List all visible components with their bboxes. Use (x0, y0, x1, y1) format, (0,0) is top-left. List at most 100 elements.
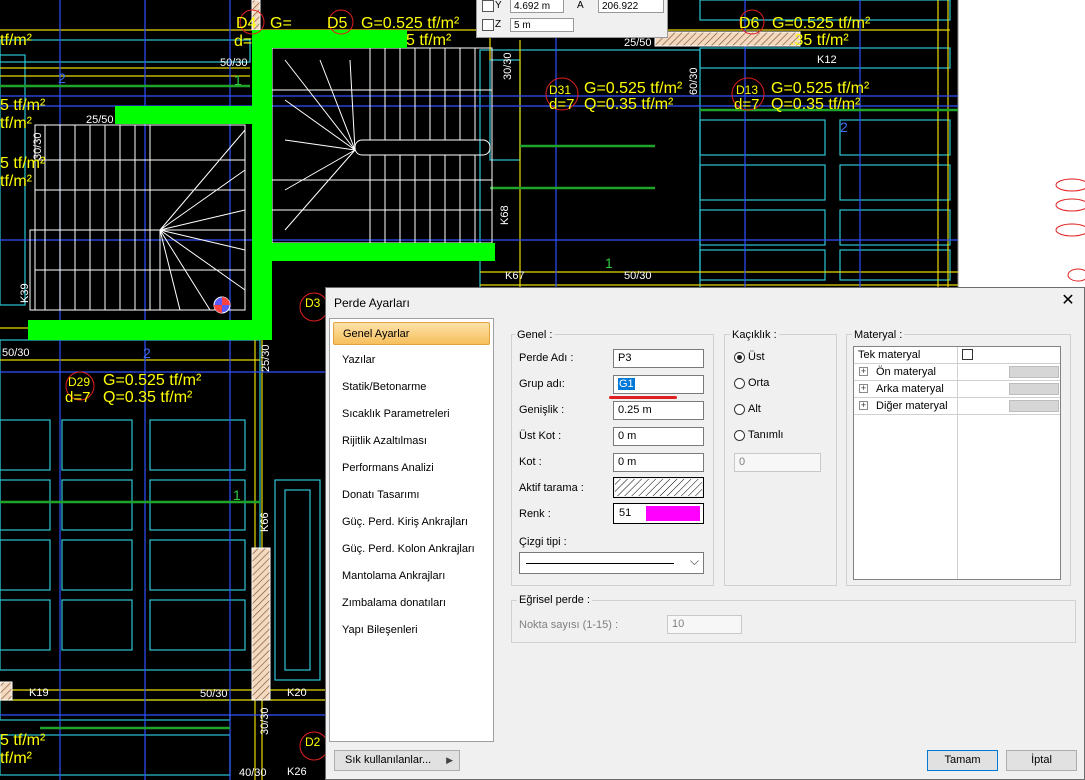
cad-label: tf/m² (0, 115, 33, 132)
cad-label: 50/30 (220, 57, 248, 69)
cad-label: 25/30 (260, 344, 272, 372)
radio-orta[interactable] (734, 378, 745, 389)
cad-label: 1 (605, 255, 613, 271)
tamam-button[interactable]: Tamam (927, 750, 998, 771)
perde-adi-input[interactable]: P3 (613, 349, 704, 368)
egrisel-group-title: Eğrisel perde : (517, 594, 592, 606)
perde-ayarlari-dialog: Perde Ayarları ✕ Genel Ayarlar Yazılar S… (325, 287, 1085, 780)
cad-label: 50/30 (200, 688, 228, 700)
y-value-field[interactable]: 4.692 m (510, 0, 564, 13)
arka-materyal-value[interactable] (1009, 383, 1059, 395)
renk-picker[interactable]: 51 (613, 503, 704, 524)
cad-label: G=0.525 tf/m² (103, 372, 202, 389)
cad-label: K20 (287, 687, 307, 699)
cad-label: D4 (236, 15, 257, 32)
radio-orta-label: Orta (748, 377, 770, 389)
materyal-table: Tek materyal + Ön materyal + Arka matery… (853, 346, 1061, 580)
cizgi-tipi-label: Çizgi tipi : (519, 536, 567, 548)
z-label: Z (495, 19, 502, 30)
kacik-value-input[interactable]: 0 (734, 453, 821, 472)
nav-item-donati[interactable]: Donatı Tasarımı (333, 484, 490, 507)
radio-ust[interactable] (734, 352, 745, 363)
cad-label: 40/30 (239, 767, 267, 779)
materyal-row-diger[interactable]: + Diğer materyal (854, 398, 1060, 415)
cad-label: 25/50 (86, 114, 114, 126)
cad-label: 1 (234, 72, 242, 88)
cad-label: K12 (817, 54, 837, 66)
cad-label: K66 (259, 512, 271, 532)
nav-item-performans[interactable]: Performans Analizi (333, 457, 490, 480)
spellcheck-underline (609, 396, 677, 399)
cad-label: G=0.525 tf/m² (584, 80, 683, 97)
nav-item-mantolama[interactable]: Mantolama Ankrajları (333, 565, 490, 588)
radio-ust-label: Üst (748, 351, 765, 363)
tek-materyal-label: Tek materyal (858, 349, 921, 361)
cad-label: G=0.525 tf/m² (772, 15, 871, 32)
genislik-input[interactable]: 0.25 m (613, 401, 704, 420)
radio-alt[interactable] (734, 404, 745, 415)
cad-label: d= (234, 33, 252, 50)
nokta-sayisi-input[interactable]: 10 (667, 615, 742, 634)
cad-label: 2 (143, 345, 151, 361)
genel-group-title: Genel : (515, 329, 555, 341)
aktif-tarama-label: Aktif tarama : (519, 482, 584, 494)
z-value-field[interactable]: 5 m (510, 18, 574, 32)
dialog-title: Perde Ayarları (334, 296, 410, 310)
cad-label: D29 (68, 375, 90, 389)
aktif-tarama-swatch[interactable] (613, 477, 704, 498)
cad-label: Q=0.35 tf/m² (103, 389, 193, 406)
materyal-row-arka[interactable]: + Arka materyal (854, 381, 1060, 398)
tek-materyal-checkbox[interactable] (962, 349, 973, 360)
nav-item-genel-ayarlar[interactable]: Genel Ayarlar (333, 322, 490, 345)
play-arrow-icon: ▶ (446, 755, 453, 765)
cad-label: tf/m² (0, 32, 33, 49)
perde-adi-label: Perde Adı : (519, 352, 574, 364)
angle-label: A (577, 0, 584, 11)
cad-label: 30/30 (32, 132, 44, 160)
materyal-group-title: Materyal : (852, 329, 905, 341)
radio-tanimli[interactable] (734, 430, 745, 441)
cad-label: D13 (736, 83, 758, 97)
expand-plus-icon[interactable]: + (859, 401, 868, 410)
grup-adi-input[interactable]: G1 (613, 375, 704, 394)
nav-item-yapi-bilesenleri[interactable]: Yapı Bileşenleri (333, 619, 490, 642)
angle-value-field[interactable]: 206.922 (598, 0, 664, 13)
materyal-row-on[interactable]: + Ön materyal (854, 364, 1060, 381)
renk-label: Renk : (519, 508, 551, 520)
cad-label: 1 (233, 487, 241, 503)
nav-item-kolon-ankraj[interactable]: Güç. Perd. Kolon Ankrajları (333, 538, 490, 561)
expand-plus-icon[interactable]: + (859, 367, 868, 376)
cad-label: 2 (58, 70, 66, 86)
cad-label: G=0.525 tf/m² (771, 80, 870, 97)
nav-item-sicaklik[interactable]: Sıcaklık Parametreleri (333, 403, 490, 426)
y-lock-checkbox[interactable] (482, 0, 494, 12)
kot-label: Kot : (519, 456, 542, 468)
iptal-button[interactable]: İptal (1006, 750, 1077, 771)
cad-label: 50/30 (624, 270, 652, 282)
on-materyal-value[interactable] (1009, 366, 1059, 378)
nav-item-statik-betonarme[interactable]: Statik/Betonarme (333, 376, 490, 399)
cizgi-tipi-select[interactable]: ⌵ (519, 552, 704, 574)
cad-label: D5 (327, 15, 348, 32)
cad-label: 30/30 (259, 707, 271, 735)
sik-kullanilanlar-button[interactable]: Sık kullanılanlar... ▶ (334, 750, 460, 771)
close-icon[interactable]: ✕ (1060, 292, 1076, 310)
diger-materyal-value[interactable] (1009, 400, 1059, 412)
cad-label: D6 (739, 15, 760, 32)
radio-tanimli-label: Tanımlı (748, 429, 784, 441)
ust-kot-label: Üst Kot : (519, 430, 562, 442)
nav-item-yazilar[interactable]: Yazılar (333, 349, 490, 372)
ust-kot-input[interactable]: 0 m (613, 427, 704, 446)
nav-item-rijitlik[interactable]: Rijitlik Azaltılması (333, 430, 490, 453)
expand-plus-icon[interactable]: + (859, 384, 868, 393)
kot-input[interactable]: 0 m (613, 453, 704, 472)
diger-materyal-label: Diğer materyal (876, 400, 948, 412)
z-lock-checkbox[interactable] (482, 19, 494, 31)
cad-label: K19 (29, 687, 49, 699)
materyal-row-tek: Tek materyal (854, 347, 1060, 364)
cad-label: 60/30 (688, 67, 700, 95)
cad-label: G=0.525 tf/m² (361, 15, 460, 32)
nav-item-zimbalama[interactable]: Zımbalama donatıları (333, 592, 490, 615)
cad-label: 5 tf/m² (0, 732, 46, 749)
nav-item-kiris-ankraj[interactable]: Güç. Perd. Kiriş Ankrajları (333, 511, 490, 534)
